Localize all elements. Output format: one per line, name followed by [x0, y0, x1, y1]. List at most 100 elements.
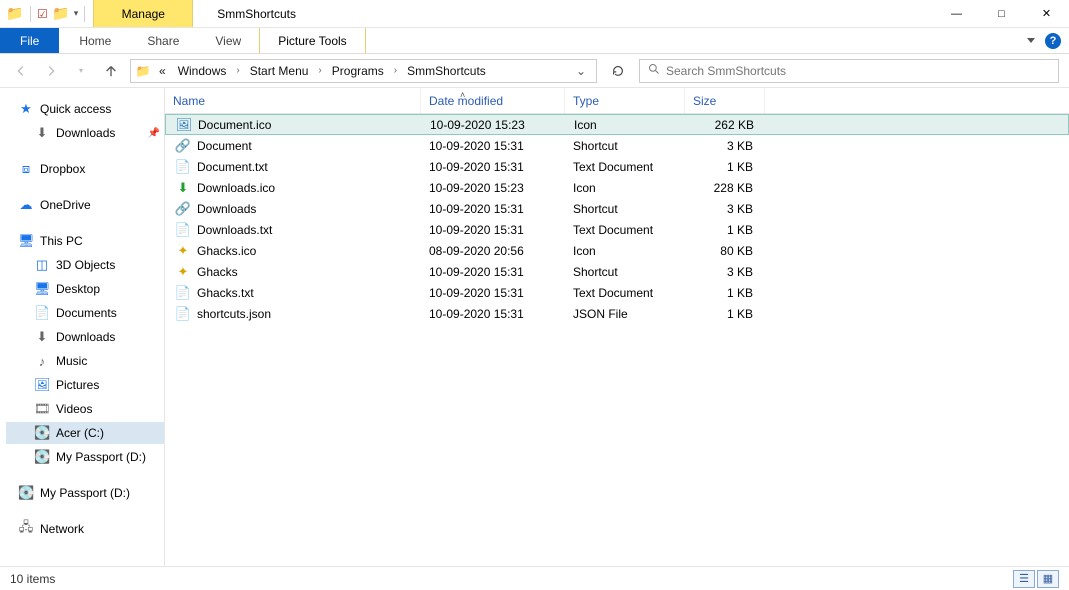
- sidebar-drive-c[interactable]: 💽 Acer (C:): [6, 422, 164, 444]
- file-date: 08-09-2020 20:56: [421, 244, 565, 258]
- sidebar-dropbox[interactable]: ⧈ Dropbox: [6, 158, 164, 180]
- file-size: 3 KB: [685, 202, 765, 216]
- breadcrumb-part-startmenu[interactable]: Start Menu: [244, 60, 315, 82]
- column-headers: ˄ Name Date modified Type Size: [165, 88, 1069, 114]
- breadcrumb-dropdown-icon[interactable]: ⌄: [576, 64, 592, 78]
- sidebar-quick-access[interactable]: ★ Quick access: [6, 98, 164, 120]
- ribbon-tab-share[interactable]: Share: [129, 28, 197, 53]
- file-row[interactable]: 📄Ghacks.txt10-09-2020 15:31Text Document…: [165, 282, 1069, 303]
- maximize-button[interactable]: □: [979, 0, 1024, 27]
- sidebar-downloads[interactable]: ⬇ Downloads: [6, 326, 164, 348]
- star-icon: ★: [18, 101, 34, 117]
- breadcrumb-part-programs[interactable]: Programs: [326, 60, 390, 82]
- file-type: Icon: [565, 244, 685, 258]
- file-date: 10-09-2020 15:31: [421, 139, 565, 153]
- view-thumbnails-button[interactable]: ▦: [1037, 570, 1059, 588]
- cloud-icon: ☁: [18, 197, 34, 213]
- close-button[interactable]: ✕: [1024, 0, 1069, 27]
- column-header-name[interactable]: Name: [165, 88, 421, 113]
- chevron-right-icon[interactable]: ›: [232, 65, 243, 76]
- sidebar-item-label: 3D Objects: [56, 258, 115, 272]
- window-title: SmmShortcuts: [193, 0, 934, 27]
- file-type: Text Document: [565, 160, 685, 174]
- sidebar-desktop[interactable]: 🖥 Desktop: [6, 278, 164, 300]
- up-button[interactable]: [100, 60, 122, 82]
- drive-icon: 💽: [34, 425, 50, 441]
- qat-checkbox-icon[interactable]: ☑: [37, 7, 48, 21]
- file-row[interactable]: 🖼Document.ico10-09-2020 15:23Icon262 KB: [165, 114, 1069, 135]
- column-header-size[interactable]: Size: [685, 88, 765, 113]
- file-type: Shortcut: [565, 202, 685, 216]
- drive-icon: 💽: [18, 485, 34, 501]
- recent-dropdown-icon[interactable]: ▾: [70, 60, 92, 82]
- file-type: Shortcut: [565, 265, 685, 279]
- file-row[interactable]: ✦Ghacks.ico08-09-2020 20:56Icon80 KB: [165, 240, 1069, 261]
- text-file-icon: 📄: [175, 222, 191, 238]
- file-type: Text Document: [565, 223, 685, 237]
- search-input[interactable]: [666, 64, 1050, 78]
- pin-icon: 📌: [148, 128, 160, 139]
- back-button[interactable]: [10, 60, 32, 82]
- file-size: 80 KB: [685, 244, 765, 258]
- search-box[interactable]: [639, 59, 1059, 83]
- sidebar-pictures[interactable]: 🖼 Pictures: [6, 374, 164, 396]
- file-row[interactable]: 🔗Downloads10-09-2020 15:31Shortcut3 KB: [165, 198, 1069, 219]
- contextual-tab-manage[interactable]: Manage: [93, 0, 193, 27]
- view-details-button[interactable]: ☰: [1013, 570, 1035, 588]
- navigation-sidebar: ★ Quick access ⬇ Downloads 📌 ⧈ Dropbox ☁…: [0, 88, 165, 566]
- sidebar-documents[interactable]: 📄 Documents: [6, 302, 164, 324]
- sidebar-onedrive[interactable]: ☁ OneDrive: [6, 194, 164, 216]
- file-row[interactable]: ✦Ghacks10-09-2020 15:31Shortcut3 KB: [165, 261, 1069, 282]
- file-name: shortcuts.json: [197, 307, 271, 321]
- sidebar-videos[interactable]: 🎞 Videos: [6, 398, 164, 420]
- file-row[interactable]: ⬇Downloads.ico10-09-2020 15:23Icon228 KB: [165, 177, 1069, 198]
- sidebar-item-label: Network: [40, 522, 84, 536]
- file-size: 1 KB: [685, 307, 765, 321]
- sidebar-3d-objects[interactable]: ◫ 3D Objects: [6, 254, 164, 276]
- minimize-button[interactable]: —: [934, 0, 979, 27]
- qat-folder-icon[interactable]: 📁: [52, 5, 70, 22]
- file-rows: 🖼Document.ico10-09-2020 15:23Icon262 KB🔗…: [165, 114, 1069, 566]
- column-header-type[interactable]: Type: [565, 88, 685, 113]
- ribbon-tab-view[interactable]: View: [197, 28, 259, 53]
- chevron-right-icon[interactable]: ›: [390, 65, 401, 76]
- breadcrumb-prefix[interactable]: «: [153, 60, 172, 82]
- qat-separator: [30, 6, 31, 22]
- file-row[interactable]: 📄Downloads.txt10-09-2020 15:31Text Docum…: [165, 219, 1069, 240]
- chevron-right-icon[interactable]: ›: [314, 65, 325, 76]
- ribbon-tab-picture-tools[interactable]: Picture Tools: [259, 28, 365, 53]
- file-name: Ghacks.ico: [197, 244, 256, 258]
- sidebar-drive-d[interactable]: 💽 My Passport (D:): [6, 446, 164, 468]
- file-type: Shortcut: [565, 139, 685, 153]
- ribbon-tab-home[interactable]: Home: [61, 28, 129, 53]
- sidebar-item-label: Music: [56, 354, 87, 368]
- ribbon-collapse-icon[interactable]: [1027, 38, 1035, 43]
- documents-icon: 📄: [34, 305, 50, 321]
- sidebar-my-passport-root[interactable]: 💽 My Passport (D:): [6, 482, 164, 504]
- breadcrumb[interactable]: 📁 « Windows › Start Menu › Programs › Sm…: [130, 59, 597, 83]
- file-row[interactable]: 📄Document.txt10-09-2020 15:31Text Docume…: [165, 156, 1069, 177]
- breadcrumb-part-current[interactable]: SmmShortcuts: [401, 60, 492, 82]
- file-type: Icon: [565, 181, 685, 195]
- text-file-icon: 📄: [175, 159, 191, 175]
- file-row[interactable]: 📄shortcuts.json10-09-2020 15:31JSON File…: [165, 303, 1069, 324]
- qat-overflow-icon[interactable]: ▾: [74, 8, 79, 19]
- network-icon: 🖧: [18, 518, 34, 540]
- breadcrumb-part-windows[interactable]: Windows: [172, 60, 233, 82]
- download-icon: ⬇: [175, 180, 191, 196]
- sidebar-this-pc[interactable]: 🖥 This PC: [6, 230, 164, 252]
- file-date: 10-09-2020 15:23: [421, 181, 565, 195]
- ribbon-tab-file[interactable]: File: [0, 28, 59, 53]
- file-date: 10-09-2020 15:31: [421, 286, 565, 300]
- sidebar-network[interactable]: 🖧 Network: [6, 518, 164, 540]
- sidebar-music[interactable]: ♪ Music: [6, 350, 164, 372]
- forward-button[interactable]: [40, 60, 62, 82]
- window-buttons: — □ ✕: [934, 0, 1069, 27]
- sidebar-downloads-pinned[interactable]: ⬇ Downloads 📌: [6, 122, 164, 144]
- help-icon[interactable]: ?: [1045, 33, 1061, 49]
- column-header-date[interactable]: Date modified: [421, 88, 565, 113]
- file-size: 3 KB: [685, 139, 765, 153]
- sidebar-item-label: Quick access: [40, 102, 111, 116]
- file-row[interactable]: 🔗Document10-09-2020 15:31Shortcut3 KB: [165, 135, 1069, 156]
- refresh-button[interactable]: [605, 59, 631, 83]
